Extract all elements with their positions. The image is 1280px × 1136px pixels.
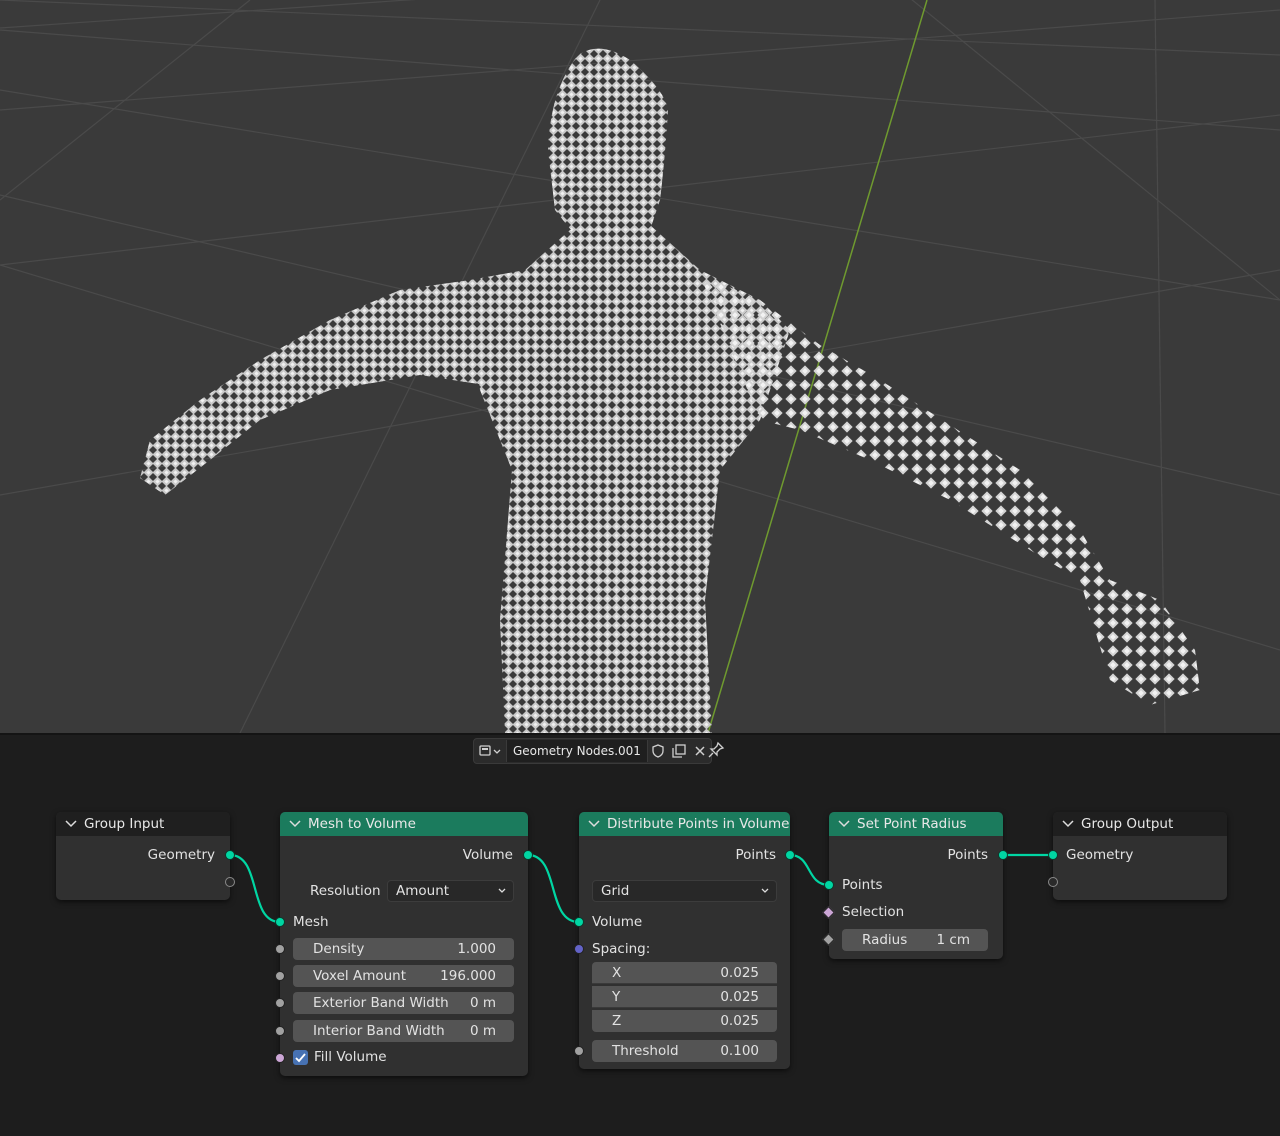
input-label-mesh: Mesh [293, 914, 329, 930]
resolution-mode-dropdown[interactable]: Amount [387, 880, 514, 902]
field-label: Exterior Band Width [313, 995, 449, 1011]
node-tree-selector[interactable]: Geometry Nodes.001 [473, 738, 712, 764]
pin-icon[interactable] [707, 741, 725, 759]
field-label: Y [612, 988, 621, 1005]
voxel-amount-field[interactable]: Voxel Amount 196.000 [293, 965, 514, 987]
chevron-down-icon[interactable] [1061, 817, 1075, 831]
node-group-output[interactable]: Group Output Geometry [1053, 812, 1227, 900]
density-field[interactable]: Density 1.000 [293, 938, 514, 960]
field-value: 1 cm [936, 932, 970, 948]
spacing-x-field[interactable]: X 0.025 [592, 962, 777, 984]
field-label: Interior Band Width [313, 1023, 445, 1039]
duplicate-button[interactable] [669, 740, 690, 762]
chevron-down-icon[interactable] [837, 817, 851, 831]
node-set-point-radius[interactable]: Set Point Radius Points Points Selection… [829, 812, 1003, 959]
node-header[interactable]: Distribute Points in Volume [579, 812, 790, 836]
input-label-volume: Volume [592, 914, 643, 930]
socket-input-points[interactable] [824, 880, 834, 890]
chevron-down-icon[interactable] [288, 817, 302, 831]
node-tree-browse-button[interactable] [474, 740, 506, 762]
dropdown-value: Grid [601, 883, 630, 899]
radius-field[interactable]: Radius 1 cm [842, 929, 988, 951]
socket-input-exterior-band[interactable] [275, 998, 285, 1008]
checkmark-icon [295, 1053, 306, 1063]
interior-band-width-field[interactable]: Interior Band Width 0 m [293, 1020, 514, 1042]
output-label-points: Points [947, 847, 988, 863]
socket-input-interior-band[interactable] [275, 1026, 285, 1036]
field-value: 0.025 [720, 964, 759, 981]
socket-input-voxel-amount[interactable] [275, 971, 285, 981]
fill-volume-checkbox[interactable] [293, 1050, 308, 1065]
field-label: Voxel Amount [313, 968, 407, 984]
chevron-down-icon[interactable] [587, 817, 601, 831]
field-value: 0 m [469, 1023, 496, 1039]
exterior-band-width-field[interactable]: Exterior Band Width 0 m [293, 992, 514, 1014]
field-label: Radius [862, 932, 908, 948]
node-title: Group Output [1081, 816, 1174, 832]
3d-viewport[interactable] [0, 0, 1280, 733]
node-title: Distribute Points in Volume [607, 816, 790, 832]
field-value: 0.025 [720, 988, 759, 1005]
node-mesh-to-volume[interactable]: Mesh to Volume Volume Resolution Amount … [280, 812, 528, 1076]
input-label-points: Points [842, 877, 883, 893]
field-label: Z [612, 1013, 622, 1029]
socket-input-empty[interactable] [1048, 877, 1058, 887]
input-label-selection: Selection [842, 904, 905, 920]
socket-input-volume[interactable] [574, 917, 584, 927]
point-cloud-figure[interactable] [140, 48, 1200, 733]
distribute-mode-dropdown[interactable]: Grid [592, 880, 777, 902]
output-label-points: Points [735, 847, 776, 863]
socket-input-fill-volume[interactable] [275, 1053, 285, 1063]
socket-input-mesh[interactable] [275, 917, 285, 927]
field-label: X [612, 964, 622, 981]
socket-output-geometry[interactable] [225, 850, 235, 860]
fill-volume-label: Fill Volume [314, 1049, 387, 1065]
viewport-scene [0, 0, 1280, 733]
node-tree-name[interactable]: Geometry Nodes.001 [506, 740, 648, 762]
chevron-down-icon [761, 888, 769, 893]
resolution-label: Resolution [310, 883, 381, 899]
field-value: 1.000 [457, 941, 496, 957]
chevron-down-icon [498, 888, 506, 893]
socket-output-points[interactable] [785, 850, 795, 860]
field-value: 0.025 [720, 1013, 759, 1029]
threshold-field[interactable]: Threshold 0.100 [592, 1040, 777, 1062]
input-label-geometry: Geometry [1066, 847, 1134, 863]
spacing-y-field[interactable]: Y 0.025 [592, 986, 777, 1008]
socket-output-empty[interactable] [225, 877, 235, 887]
node-title: Group Input [84, 816, 165, 832]
socket-input-density[interactable] [275, 944, 285, 954]
node-title: Mesh to Volume [308, 816, 416, 832]
socket-output-points[interactable] [998, 850, 1008, 860]
duplicate-icon [672, 744, 687, 758]
socket-input-geometry[interactable] [1048, 850, 1058, 860]
node-tree-icon [479, 745, 501, 756]
field-label: Density [313, 941, 365, 957]
fake-user-button[interactable] [648, 740, 669, 762]
field-value: 0.100 [720, 1043, 759, 1059]
dropdown-value: Amount [396, 883, 450, 899]
node-header[interactable]: Mesh to Volume [280, 812, 528, 836]
output-label-geometry: Geometry [147, 847, 215, 863]
node-header[interactable]: Group Input [56, 812, 230, 836]
field-label: Threshold [612, 1043, 679, 1059]
node-header[interactable]: Group Output [1053, 812, 1227, 836]
node-title: Set Point Radius [857, 816, 967, 832]
spacing-z-field[interactable]: Z 0.025 [592, 1010, 777, 1032]
node-distribute-points-in-volume[interactable]: Distribute Points in Volume Points Grid … [579, 812, 790, 1069]
output-label-volume: Volume [462, 847, 513, 863]
chevron-down-icon[interactable] [64, 817, 78, 831]
node-group-input[interactable]: Group Input Geometry [56, 812, 230, 900]
field-value: 196.000 [440, 968, 496, 984]
socket-input-threshold[interactable] [574, 1046, 584, 1056]
close-icon [695, 746, 705, 756]
field-value: 0 m [469, 995, 496, 1011]
spacing-label: Spacing: [592, 941, 651, 957]
shield-icon [652, 744, 665, 758]
node-header[interactable]: Set Point Radius [829, 812, 1003, 836]
socket-input-spacing[interactable] [574, 944, 584, 954]
socket-output-volume[interactable] [523, 850, 533, 860]
